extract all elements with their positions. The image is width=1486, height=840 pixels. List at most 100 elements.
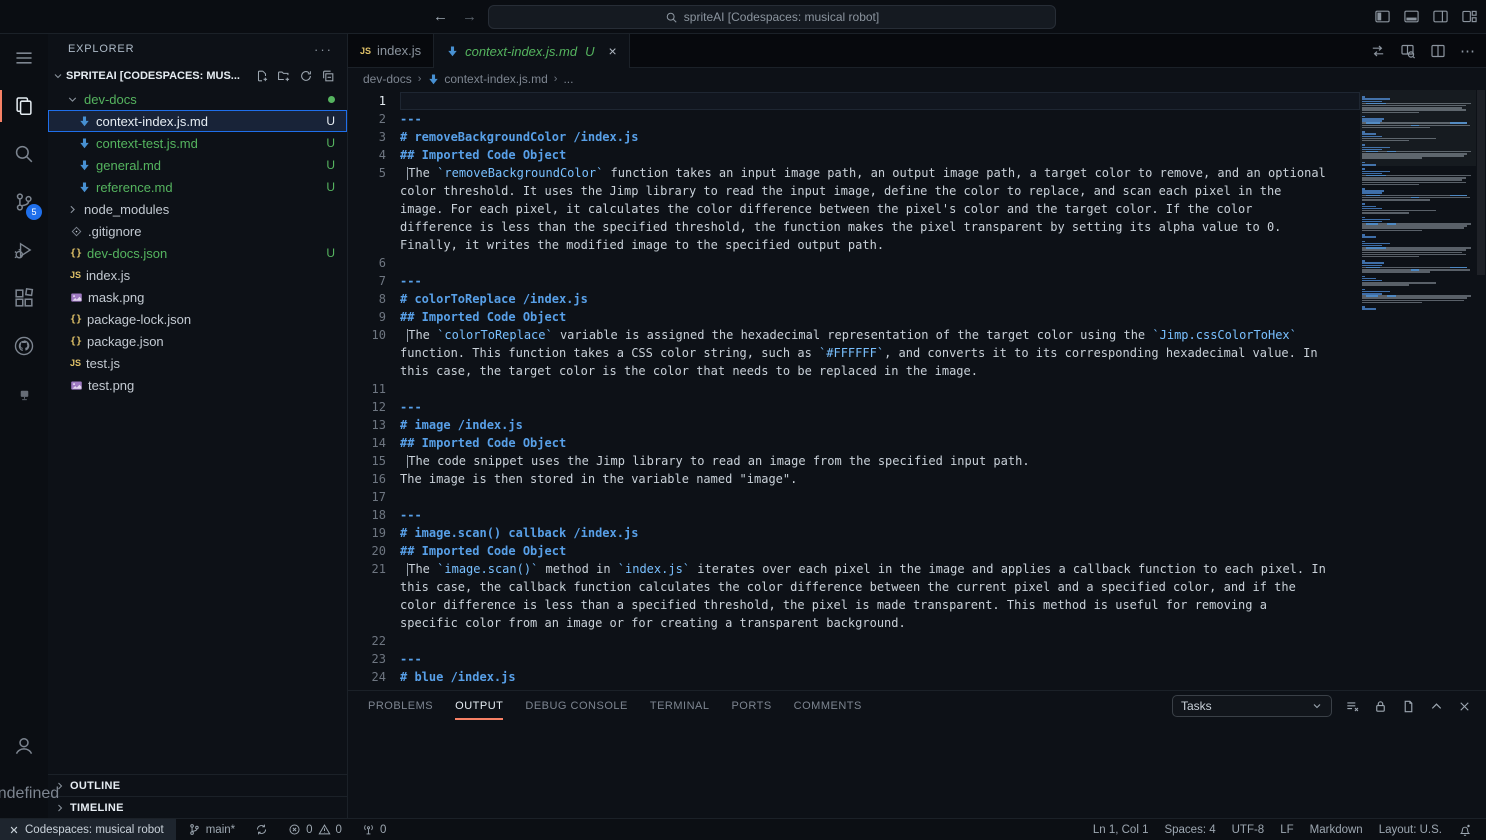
close-panel-icon[interactable] (1457, 699, 1472, 714)
ports-status[interactable]: 0 (354, 819, 394, 840)
maximize-panel-icon[interactable] (1429, 699, 1444, 714)
editor-line-11[interactable]: 11 (348, 380, 1360, 398)
activity-item-source-control[interactable]: 5 (0, 178, 48, 226)
editor-line[interactable]: color difference is less than a specifie… (348, 596, 1360, 614)
split-editor-icon[interactable] (1430, 43, 1446, 59)
editor-line[interactable]: difference is less than the specified th… (348, 218, 1360, 236)
editor-line-14[interactable]: 14## Imported Code Object (348, 434, 1360, 452)
output-channel-select[interactable]: Tasks (1172, 695, 1332, 717)
editor-line-21[interactable]: 21 The `image.scan()` method in `index.j… (348, 560, 1360, 578)
open-preview-icon[interactable] (1400, 43, 1416, 59)
editor-tab-context-index.js.md[interactable]: context-index.js.mdU× (434, 34, 630, 68)
editor-line[interactable]: image. For each pixel, it calculates the… (348, 200, 1360, 218)
editor-line-2[interactable]: 2--- (348, 110, 1360, 128)
remote-indicator[interactable]: Codespaces: musical robot (0, 819, 176, 840)
file-tree-item-node_modules[interactable]: node_modules (48, 198, 347, 220)
eol[interactable]: LF (1272, 819, 1301, 840)
activity-item-settings-gear[interactable]: undefined (0, 770, 48, 818)
notifications[interactable] (1450, 819, 1480, 840)
workspace-section-header[interactable]: SPRITEAI [CODESPACES: MUS... (48, 64, 347, 88)
editor-content[interactable]: 12---3# removeBackgroundColor /index.js4… (348, 90, 1360, 690)
editor-line-15[interactable]: 15 The code snippet uses the Jimp librar… (348, 452, 1360, 470)
editor-line-16[interactable]: 16The image is then stored in the variab… (348, 470, 1360, 488)
panel-tab-debug-console[interactable]: DEBUG CONSOLE (525, 692, 627, 720)
editor-line-4[interactable]: 4## Imported Code Object (348, 146, 1360, 164)
editor-line-20[interactable]: 20## Imported Code Object (348, 542, 1360, 560)
editor-line-22[interactable]: 22 (348, 632, 1360, 650)
refresh-icon[interactable] (299, 69, 313, 83)
layout-panel-icon[interactable] (1403, 8, 1420, 25)
forward-arrow-icon[interactable]: → (462, 8, 477, 25)
file-tree-item-package-lock.json[interactable]: {}package-lock.json (48, 308, 347, 330)
layout-sidebar-right-icon[interactable] (1432, 8, 1449, 25)
file-tree-item-context-index.js.md[interactable]: context-index.js.mdU (48, 110, 347, 132)
file-tree-item-index.js[interactable]: JSindex.js (48, 264, 347, 286)
editor-line[interactable]: this case, the callback function calcula… (348, 578, 1360, 596)
editor-line-10[interactable]: 10 The `colorToReplace` variable is assi… (348, 326, 1360, 344)
editor-line-6[interactable]: 6 (348, 254, 1360, 272)
editor-line-13[interactable]: 13# image /index.js (348, 416, 1360, 434)
timeline-section[interactable]: TIMELINE (48, 796, 347, 818)
new-folder-icon[interactable] (277, 69, 291, 83)
panel-tab-problems[interactable]: PROBLEMS (368, 692, 433, 720)
file-tree-item-dev-docs.json[interactable]: {}dev-docs.jsonU (48, 242, 347, 264)
activity-item-github[interactable] (0, 322, 48, 370)
collapse-all-icon[interactable] (321, 69, 335, 83)
editor-line-5[interactable]: 5 The `removeBackgroundColor` function t… (348, 164, 1360, 182)
sync-status[interactable] (247, 819, 276, 840)
activity-item-extensions[interactable] (0, 274, 48, 322)
file-tree-item-general.md[interactable]: general.mdU (48, 154, 347, 176)
breadcrumb-item[interactable]: ... (563, 72, 573, 86)
file-tree-item-reference.md[interactable]: reference.mdU (48, 176, 347, 198)
file-tree-item-mask.png[interactable]: mask.png (48, 286, 347, 308)
activity-item-run-debug[interactable] (0, 226, 48, 274)
language-mode[interactable]: Markdown (1302, 819, 1371, 840)
layout-customize-icon[interactable] (1461, 8, 1478, 25)
file-tree-item-test.png[interactable]: test.png (48, 374, 347, 396)
more-icon[interactable]: ⋯ (1460, 42, 1476, 60)
panel-tab-output[interactable]: OUTPUT (455, 692, 503, 720)
clear-output-icon[interactable] (1345, 699, 1360, 714)
open-output-editor-icon[interactable] (1401, 699, 1416, 714)
editor-line-19[interactable]: 19# image.scan() callback /index.js (348, 524, 1360, 542)
panel-tab-ports[interactable]: PORTS (731, 692, 771, 720)
panel-tab-comments[interactable]: COMMENTS (794, 692, 862, 720)
editor-line[interactable]: specific color from an image or for crea… (348, 614, 1360, 632)
editor-tab-index.js[interactable]: JSindex.js (348, 34, 434, 67)
file-tree-item-context-test.js.md[interactable]: context-test.js.mdU (48, 132, 347, 154)
editor-line-1[interactable]: 1 (348, 92, 1360, 110)
editor-line[interactable]: this case, the target color is the color… (348, 362, 1360, 380)
editor-scrollbar[interactable] (1476, 90, 1486, 690)
editor-line-18[interactable]: 18--- (348, 506, 1360, 524)
activity-item-search[interactable] (0, 130, 48, 178)
encoding[interactable]: UTF-8 (1224, 819, 1273, 840)
editor-line[interactable]: Finally, it writes the modified image to… (348, 236, 1360, 254)
close-icon[interactable]: × (608, 43, 616, 59)
editor-line-17[interactable]: 17 (348, 488, 1360, 506)
minimap[interactable] (1360, 90, 1476, 690)
outline-section[interactable]: OUTLINE (48, 774, 347, 796)
explorer-more-actions[interactable]: ··· (314, 42, 333, 57)
panel-tab-terminal[interactable]: TERMINAL (650, 692, 710, 720)
command-center-search[interactable]: spriteAI [Codespaces: musical robot] (488, 5, 1056, 29)
editor-line-8[interactable]: 8# colorToReplace /index.js (348, 290, 1360, 308)
output-panel-content[interactable] (348, 721, 1486, 818)
open-changes-icon[interactable] (1370, 43, 1386, 59)
activity-item-files[interactable] (0, 82, 48, 130)
editor-line[interactable]: function. This function takes a CSS colo… (348, 344, 1360, 362)
lock-icon[interactable] (1373, 699, 1388, 714)
file-tree-item-package.json[interactable]: {}package.json (48, 330, 347, 352)
breadcrumb-item[interactable]: context-index.js.md (427, 72, 547, 86)
layout-sidebar-left-icon[interactable] (1374, 8, 1391, 25)
editor-line-24[interactable]: 24# blue /index.js (348, 668, 1360, 686)
activity-item-account[interactable] (0, 722, 48, 770)
keyboard-layout[interactable]: Layout: U.S. (1371, 819, 1450, 840)
editor-line[interactable]: color threshold. It uses the Jimp librar… (348, 182, 1360, 200)
indentation[interactable]: Spaces: 4 (1156, 819, 1223, 840)
file-tree-item-.gitignore[interactable]: .gitignore (48, 220, 347, 242)
breadcrumb-item[interactable]: dev-docs (363, 72, 412, 86)
file-tree-item-test.js[interactable]: JStest.js (48, 352, 347, 374)
editor-line-7[interactable]: 7--- (348, 272, 1360, 290)
activity-item-dev-docs-extension[interactable] (0, 370, 48, 418)
cursor-position[interactable]: Ln 1, Col 1 (1085, 819, 1157, 840)
